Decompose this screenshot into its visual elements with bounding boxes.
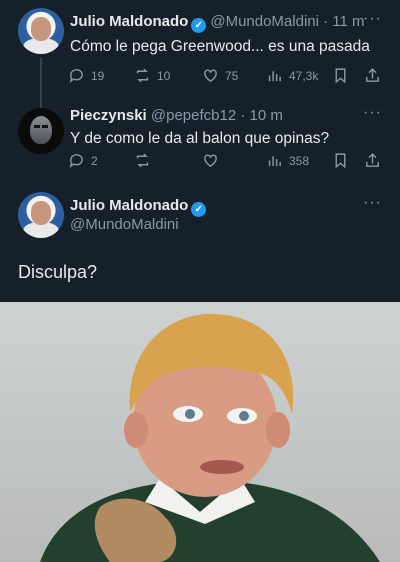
retweet-count: 10 [157,68,171,83]
share-button[interactable] [364,67,387,84]
retweet-button[interactable] [134,152,157,169]
reply-count: 19 [91,68,105,83]
bookmark-button[interactable] [332,152,355,169]
like-button[interactable]: 75 [202,67,238,84]
heart-icon [204,69,217,83]
tweet-photo[interactable] [0,302,400,562]
like-button[interactable] [202,152,225,169]
author-handle[interactable]: @MundoMaldini [210,13,319,30]
author-handle[interactable]: @MundoMaldini [70,216,179,233]
reply-icon [69,69,83,83]
share-icon [366,68,379,82]
tweet-text: Cómo le pega Greenwood... es una pasada [70,38,370,55]
verified-badge-icon: ✓ [191,202,207,217]
author-name[interactable]: Pieczynski [70,107,147,124]
author-name[interactable]: Julio Maldonado [70,13,188,30]
view-count: 358 [289,153,310,168]
views-button[interactable]: 47,3k [266,67,318,84]
retweet-button[interactable]: 10 [134,67,170,84]
reply-button[interactable]: 2 [68,152,98,169]
share-button[interactable] [364,152,387,169]
tweet-text: Y de como le da al balon que opinas? [70,130,330,147]
views-button[interactable]: 358 [266,152,309,169]
share-icon [366,153,379,167]
avatar-pieczynski[interactable] [18,108,64,154]
bookmark-button[interactable] [332,67,355,84]
bookmark-icon [335,153,346,169]
more-options-icon[interactable]: ··· [363,10,382,28]
author-handle[interactable]: @pepefcb12 [151,107,236,124]
timestamp[interactable]: · 10 m [240,107,283,124]
like-count: 75 [225,68,239,83]
author-name[interactable]: Julio Maldonado [70,197,188,214]
more-options-icon[interactable]: ··· [363,104,382,122]
bookmark-icon [335,68,346,84]
reply-button[interactable]: 19 [68,67,104,84]
avatar-julio[interactable] [18,8,64,54]
tweet-text: Disculpa? [18,262,98,282]
reply-count: 2 [91,153,98,168]
more-options-icon[interactable]: ··· [363,194,382,212]
timestamp[interactable]: · 11 m [323,13,364,30]
heart-icon [204,154,217,168]
view-count: 47,3k [289,68,319,83]
reply-icon [69,154,83,168]
retweet-icon [136,68,149,83]
tweet-2[interactable]: Pieczynski @pepefcb12 · 10 m ··· Y de co… [0,100,400,185]
views-chart-icon [268,156,281,167]
photo-boy-illustration [40,313,380,562]
views-chart-icon [268,71,281,82]
verified-badge-icon: ✓ [191,18,207,33]
tweet-1[interactable]: Julio Maldonado ✓ @MundoMaldini · 11 m ···… [0,0,400,108]
retweet-icon [136,153,149,168]
avatar-julio[interactable] [18,192,64,238]
